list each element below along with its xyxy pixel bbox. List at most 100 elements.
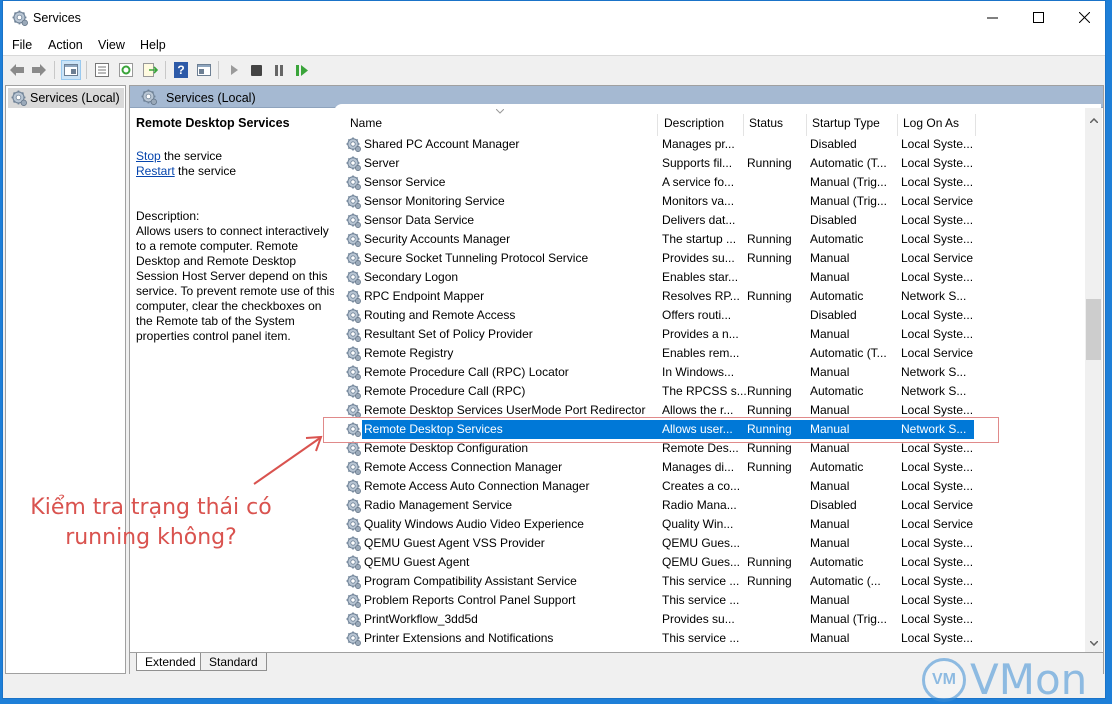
service-gear-icon [346, 213, 361, 228]
service-gear-icon [346, 327, 361, 342]
menu-file[interactable]: File [12, 38, 32, 52]
table-row[interactable]: Sensor Data Service Delivers dat... Disabl… [344, 211, 974, 230]
forward-button[interactable] [29, 60, 49, 80]
column-separator[interactable] [975, 114, 976, 136]
annotation-text: Kiểm tra trạng thái có running không? [20, 493, 282, 553]
cell-status: Running [747, 574, 792, 588]
table-row[interactable]: Secondary Logon Enables star... Manual Loca… [344, 268, 974, 287]
pause-service-button[interactable] [269, 60, 289, 80]
tab-standard[interactable]: Standard [200, 653, 267, 671]
cell-description: Creates a co... [662, 479, 741, 493]
table-row[interactable]: Resultant Set of Policy Provider Provides… [344, 325, 974, 344]
scroll-down-button[interactable] [1085, 635, 1102, 652]
cell-startup-type: Disabled [810, 308, 857, 322]
menu-help[interactable]: Help [140, 38, 166, 52]
restart-service-button[interactable] [292, 60, 312, 80]
table-row[interactable]: Remote Access Connection Manager Manages … [344, 458, 974, 477]
cell-name: Remote Desktop Configuration [364, 441, 529, 455]
cell-status: Running [747, 289, 792, 303]
cell-description: Manages pr... [662, 137, 735, 151]
table-row[interactable]: Remote Registry Enables rem... Automatic (… [344, 344, 974, 363]
help-button[interactable]: ? [171, 60, 191, 80]
table-row[interactable]: RPC Endpoint Mapper Resolves RP... Running… [344, 287, 974, 306]
tree-item-services-local[interactable]: Services (Local) [8, 88, 124, 108]
start-service-button[interactable] [224, 60, 244, 80]
table-row[interactable]: Secure Socket Tunneling Protocol Service… [344, 249, 974, 268]
cell-description: Resolves RP... [662, 289, 740, 303]
services-window: Services File Action View Help ? Service… [2, 0, 1106, 699]
table-row[interactable]: Quality Windows Audio Video Experience Qu… [344, 515, 974, 534]
column-header-description[interactable]: Description [664, 116, 724, 130]
table-row[interactable]: Radio Management Service Radio Mana... Dis… [344, 496, 974, 515]
service-gear-icon [346, 308, 361, 323]
table-row[interactable]: Sensor Monitoring Service Monitors va... M… [344, 192, 974, 211]
table-row[interactable]: Problem Reports Control Panel Support Thi… [344, 591, 974, 610]
service-gear-icon [346, 251, 361, 266]
cell-name: Shared PC Account Manager [364, 137, 520, 151]
maximize-icon [1032, 12, 1044, 23]
cell-log-on-as: Local Syste... [901, 612, 974, 626]
refresh-button[interactable] [116, 60, 136, 80]
table-row[interactable]: PrintWorkflow_3dd5d Provides su... Manual … [344, 610, 974, 629]
column-header-startup-type[interactable]: Startup Type [812, 116, 880, 130]
help-icon: ? [174, 62, 188, 78]
column-separator[interactable] [743, 114, 744, 136]
column-header-status[interactable]: Status [749, 116, 783, 130]
table-row[interactable]: Remote Access Auto Connection Manager Cre… [344, 477, 974, 496]
table-row[interactable]: Printer Extensions and Notifications This… [344, 629, 974, 648]
table-row[interactable]: Remote Procedure Call (RPC) The RPCSS s..… [344, 382, 974, 401]
show-hide-action-pane-button[interactable] [194, 60, 214, 80]
table-row[interactable]: Security Accounts Manager The startup ...… [344, 230, 974, 249]
cell-name: Sensor Data Service [364, 213, 475, 227]
back-button[interactable] [7, 60, 27, 80]
action-stop: Stop the service [136, 149, 336, 164]
scroll-thumb[interactable] [1086, 299, 1101, 360]
pause-service-icon [275, 64, 283, 76]
cell-startup-type: Manual [810, 479, 850, 493]
minimize-button[interactable] [969, 1, 1015, 34]
table-row[interactable]: Server Supports fil... Running Automatic (T… [344, 154, 974, 173]
service-gear-icon [346, 536, 361, 551]
cell-startup-type: Manual [810, 327, 850, 341]
cell-log-on-as: Network S... [901, 289, 967, 303]
stop-link[interactable]: Stop [136, 149, 161, 163]
column-header-log-on-as[interactable]: Log On As [903, 116, 959, 130]
cell-name: Resultant Set of Policy Provider [364, 327, 533, 341]
restart-link[interactable]: Restart [136, 164, 175, 178]
cell-log-on-as: Local Syste... [901, 479, 974, 493]
cell-log-on-as: Local Syste... [901, 156, 974, 170]
menu-view[interactable]: View [98, 38, 125, 52]
cell-startup-type: Manual (Trig... [810, 612, 887, 626]
table-row[interactable]: Routing and Remote Access Offers routi...… [344, 306, 974, 325]
table-row[interactable]: Shared PC Account Manager Manages pr... Di… [344, 135, 974, 154]
cell-log-on-as: Local Service [901, 517, 974, 531]
scroll-up-button[interactable] [1085, 112, 1102, 129]
column-separator[interactable] [897, 114, 898, 136]
cell-name: QEMU Guest Agent VSS Provider [364, 536, 545, 550]
stop-service-button[interactable] [246, 60, 266, 80]
export-list-button[interactable] [140, 60, 160, 80]
vertical-scrollbar[interactable] [1085, 108, 1102, 652]
table-row[interactable]: Remote Procedure Call (RPC) Locator In Wi… [344, 363, 974, 382]
action-stop-text: the service [160, 149, 223, 163]
cell-startup-type: Disabled [810, 213, 857, 227]
tab-extended[interactable]: Extended [136, 653, 205, 671]
table-row[interactable]: Program Compatibility Assistant Service T… [344, 572, 974, 591]
service-gear-icon [346, 175, 361, 190]
maximize-button[interactable] [1015, 1, 1061, 34]
menu-action[interactable]: Action [48, 38, 83, 52]
cell-log-on-as: Local Syste... [901, 175, 974, 189]
cell-startup-type: Manual [810, 270, 850, 284]
cell-startup-type: Manual (Trig... [810, 175, 887, 189]
service-gear-icon [346, 460, 361, 475]
table-row[interactable]: Sensor Service A service fo... Manual (Tri… [344, 173, 974, 192]
properties-button[interactable] [92, 60, 112, 80]
table-row[interactable]: QEMU Guest Agent VSS Provider QEMU Gues..… [344, 534, 974, 553]
close-button[interactable] [1061, 1, 1107, 34]
column-separator[interactable] [657, 114, 658, 136]
services-list: Name Description Status Startup Type Log… [334, 104, 1101, 652]
column-separator[interactable] [806, 114, 807, 136]
show-hide-console-tree-button[interactable] [61, 60, 81, 80]
column-header-name[interactable]: Name [350, 116, 382, 130]
table-row[interactable]: QEMU Guest Agent QEMU Gues... Running Autom… [344, 553, 974, 572]
